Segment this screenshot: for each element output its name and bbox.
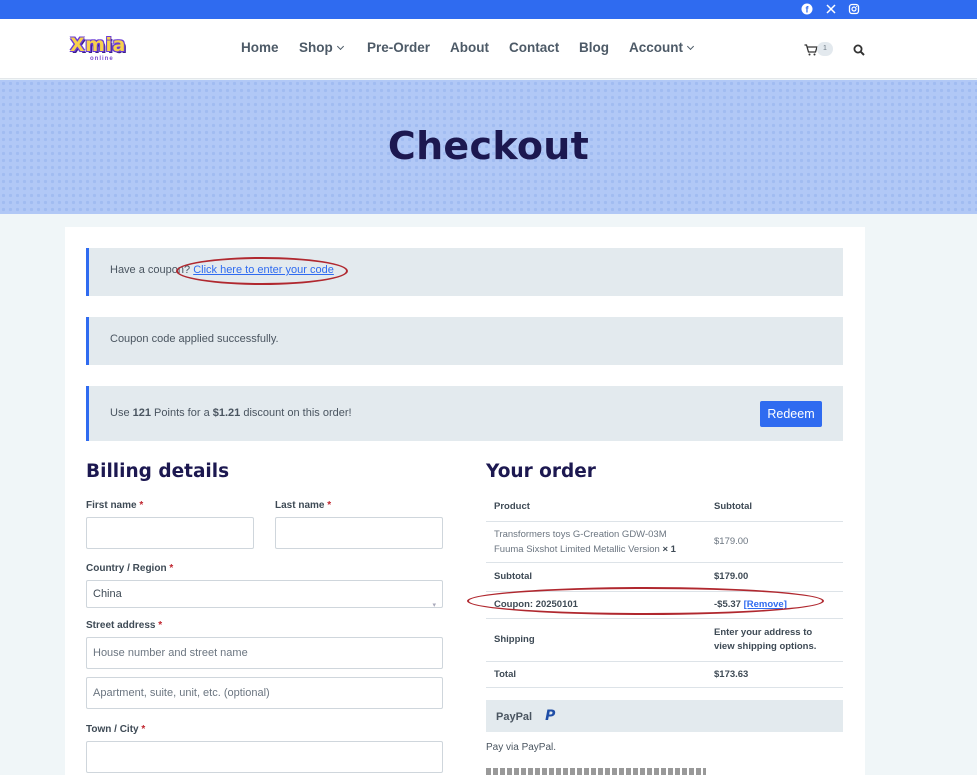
last-name-field[interactable] bbox=[275, 517, 443, 549]
nav-contact[interactable]: Contact bbox=[509, 40, 559, 58]
street-address-field[interactable]: House number and street name bbox=[86, 637, 443, 669]
col-subtotal: Subtotal bbox=[706, 493, 843, 522]
cart-count-badge: 1 bbox=[817, 42, 833, 56]
required-marker: * bbox=[139, 500, 144, 511]
last-name-label: Last name * bbox=[275, 500, 331, 511]
subtotal-value: $179.00 bbox=[706, 562, 843, 592]
apartment-field[interactable]: Apartment, suite, unit, etc. (optional) bbox=[86, 677, 443, 709]
col-product: Product bbox=[486, 493, 706, 522]
points-count: 121 bbox=[132, 407, 151, 419]
order-heading: Your order bbox=[486, 461, 596, 482]
country-label: Country / Region * bbox=[86, 563, 173, 574]
chevron-down-icon bbox=[336, 42, 344, 51]
top-bar: f bbox=[0, 0, 977, 19]
nav-shop[interactable]: Shop bbox=[299, 40, 344, 58]
country-select[interactable]: China ▾ bbox=[86, 580, 443, 609]
country-label-text: Country / Region bbox=[86, 563, 167, 574]
town-label-text: Town / City bbox=[86, 724, 139, 735]
site-header: Xmia online Home Shop Pre-Order About Co… bbox=[0, 19, 977, 79]
first-name-label-text: First name bbox=[86, 500, 137, 511]
search-icon[interactable] bbox=[853, 43, 865, 56]
product-cell: Transformers toys G-Creation GDW-03M Fuu… bbox=[486, 521, 706, 563]
points-text: Use bbox=[110, 407, 130, 419]
total-value: $173.63 bbox=[706, 661, 843, 688]
facebook-icon[interactable]: f bbox=[801, 3, 813, 15]
town-field[interactable] bbox=[86, 741, 443, 773]
truncated-text bbox=[486, 768, 706, 775]
product-qty: × 1 bbox=[662, 543, 676, 555]
coupon-applied-notice: Coupon code applied successfully. bbox=[86, 317, 843, 365]
points-text: discount on this order! bbox=[243, 407, 352, 419]
town-label: Town / City * bbox=[86, 724, 145, 735]
nav-home[interactable]: Home bbox=[241, 40, 279, 58]
first-name-field[interactable] bbox=[86, 517, 254, 549]
required-marker: * bbox=[327, 500, 332, 511]
table-row: Transformers toys G-Creation GDW-03M Fuu… bbox=[486, 521, 843, 563]
nav-account[interactable]: Account bbox=[629, 40, 695, 58]
last-name-label-text: Last name bbox=[275, 500, 325, 511]
product-name-line1: Transformers toys G-Creation GDW-03M bbox=[494, 528, 667, 540]
first-name-label: First name * bbox=[86, 500, 143, 511]
total-label: Total bbox=[486, 661, 706, 688]
payment-description: Pay via PayPal. bbox=[486, 742, 557, 753]
required-marker: * bbox=[169, 563, 174, 574]
redeem-button[interactable]: Redeem bbox=[760, 401, 822, 427]
shipping-label: Shipping bbox=[486, 618, 706, 662]
shipping-value: Enter your address to view shipping opti… bbox=[706, 618, 843, 662]
nav-shop-label: Shop bbox=[299, 40, 333, 55]
street-label-text: Street address bbox=[86, 620, 156, 631]
coupon-applied-text: Coupon code applied successfully. bbox=[110, 333, 279, 345]
x-icon[interactable] bbox=[825, 3, 837, 15]
product-price: $179.00 bbox=[706, 521, 843, 563]
street-label: Street address * bbox=[86, 620, 162, 631]
nav-about[interactable]: About bbox=[450, 40, 489, 58]
logo-subtext: online bbox=[90, 56, 114, 62]
product-name-line2: Fuuma Sixshot Limited Metallic Version bbox=[494, 543, 660, 555]
billing-heading: Billing details bbox=[86, 461, 230, 482]
required-marker: * bbox=[141, 724, 146, 735]
page-title: Checkout bbox=[387, 124, 590, 168]
site-logo[interactable]: Xmia online bbox=[70, 34, 126, 63]
points-text: Points for a bbox=[154, 407, 210, 419]
paypal-icon: P bbox=[545, 708, 556, 724]
table-row: Shipping Enter your address to view ship… bbox=[486, 618, 843, 662]
logo-text: Xmia bbox=[70, 34, 126, 56]
page-hero: Checkout bbox=[0, 80, 977, 214]
points-amount: $1.21 bbox=[212, 407, 241, 419]
instagram-icon[interactable] bbox=[848, 3, 860, 15]
table-row: Total $173.63 bbox=[486, 661, 843, 688]
payment-method-paypal[interactable]: PayPal P bbox=[486, 700, 843, 732]
chevron-down-icon: ▾ bbox=[432, 602, 436, 609]
annotation-oval bbox=[176, 257, 348, 285]
cart-icon[interactable] bbox=[804, 43, 818, 56]
payment-method-label: PayPal bbox=[496, 711, 533, 723]
country-value: China bbox=[93, 588, 122, 600]
nav-account-label: Account bbox=[629, 40, 683, 55]
annotation-oval bbox=[467, 587, 824, 615]
chevron-down-icon bbox=[686, 42, 695, 51]
nav-blog[interactable]: Blog bbox=[579, 40, 609, 58]
points-notice: Use 121 Points for a $1.21 discount on t… bbox=[86, 386, 843, 441]
required-marker: * bbox=[158, 620, 163, 631]
table-header-row: Product Subtotal bbox=[486, 493, 843, 522]
nav-preorder[interactable]: Pre-Order bbox=[367, 40, 430, 58]
